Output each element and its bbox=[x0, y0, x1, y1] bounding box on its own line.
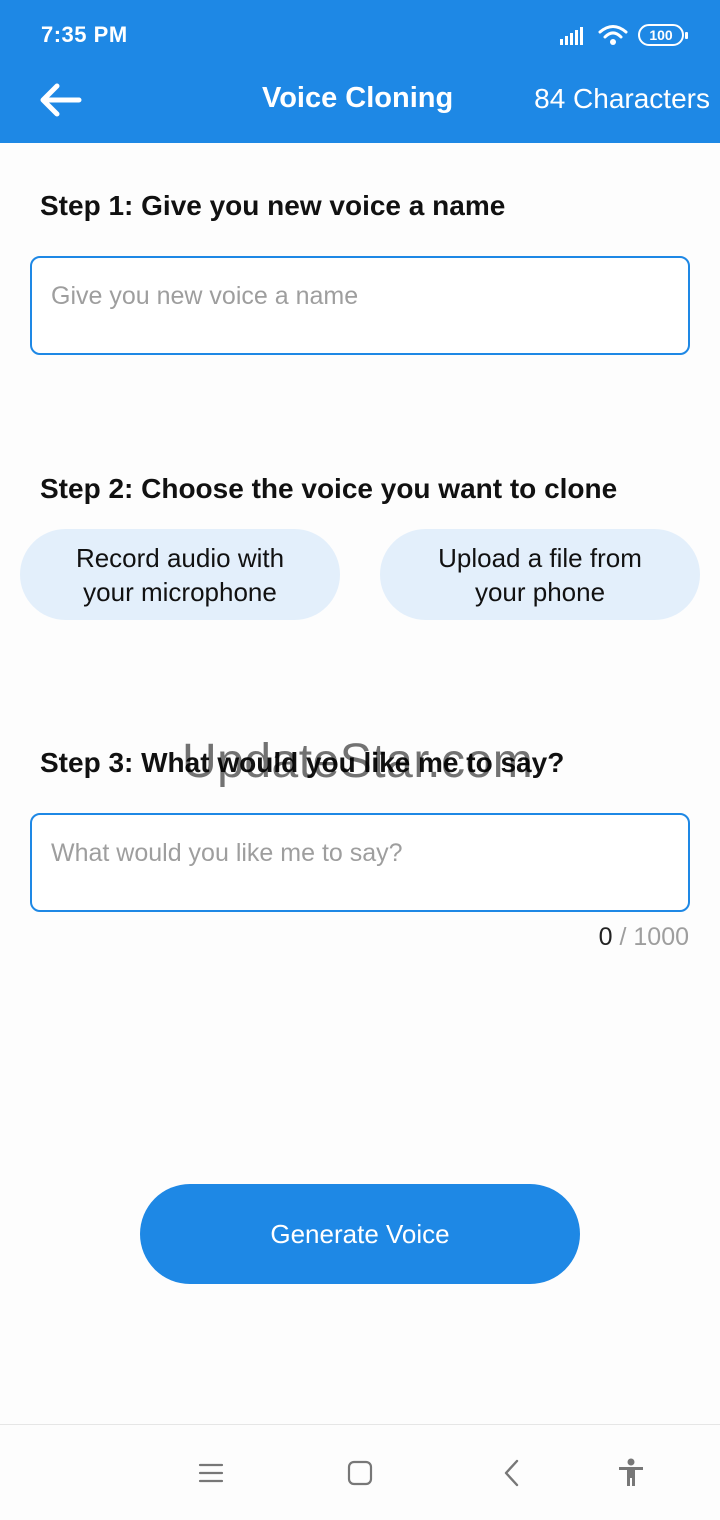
accessibility-icon bbox=[619, 1458, 643, 1486]
record-audio-button[interactable]: Record audio with your microphone bbox=[20, 529, 340, 620]
character-counter: 0 / 1000 bbox=[599, 923, 689, 952]
step1-title: Step 1: Give you new voice a name bbox=[40, 190, 506, 221]
counter-max: / 1000 bbox=[612, 923, 689, 951]
step2-title: Step 2: Choose the voice you want to clo… bbox=[40, 473, 618, 504]
back-button[interactable] bbox=[38, 78, 86, 122]
battery-icon: 100 bbox=[638, 24, 688, 46]
nav-accessibility-button[interactable] bbox=[609, 1451, 653, 1495]
upload-file-button[interactable]: Upload a file from your phone bbox=[380, 529, 700, 620]
signal-icon bbox=[560, 27, 583, 45]
step3-title: Step 3: What would you like me to say? bbox=[40, 747, 565, 778]
page-title: Voice Cloning bbox=[262, 82, 454, 114]
speech-text-input[interactable] bbox=[30, 813, 690, 912]
nav-menu-button[interactable] bbox=[189, 1451, 233, 1495]
arrow-left-icon bbox=[40, 83, 82, 117]
status-icons: 100 bbox=[560, 22, 688, 48]
wifi-icon bbox=[598, 25, 628, 45]
chevron-left-icon bbox=[504, 1459, 519, 1487]
home-icon bbox=[347, 1460, 373, 1486]
nav-home-button[interactable] bbox=[338, 1451, 382, 1495]
character-count: 84 Characters bbox=[534, 83, 710, 114]
system-nav-bar bbox=[0, 1424, 720, 1520]
counter-current: 0 bbox=[598, 923, 613, 951]
status-time: 7:35 PM bbox=[41, 22, 128, 47]
nav-back-button[interactable] bbox=[489, 1451, 533, 1495]
voice-name-input[interactable] bbox=[30, 256, 690, 355]
generate-voice-button[interactable]: Generate Voice bbox=[140, 1184, 580, 1284]
menu-icon bbox=[198, 1463, 224, 1483]
app-bar: 7:35 PM 100 Voice Cloning 84 Characters bbox=[0, 0, 720, 143]
